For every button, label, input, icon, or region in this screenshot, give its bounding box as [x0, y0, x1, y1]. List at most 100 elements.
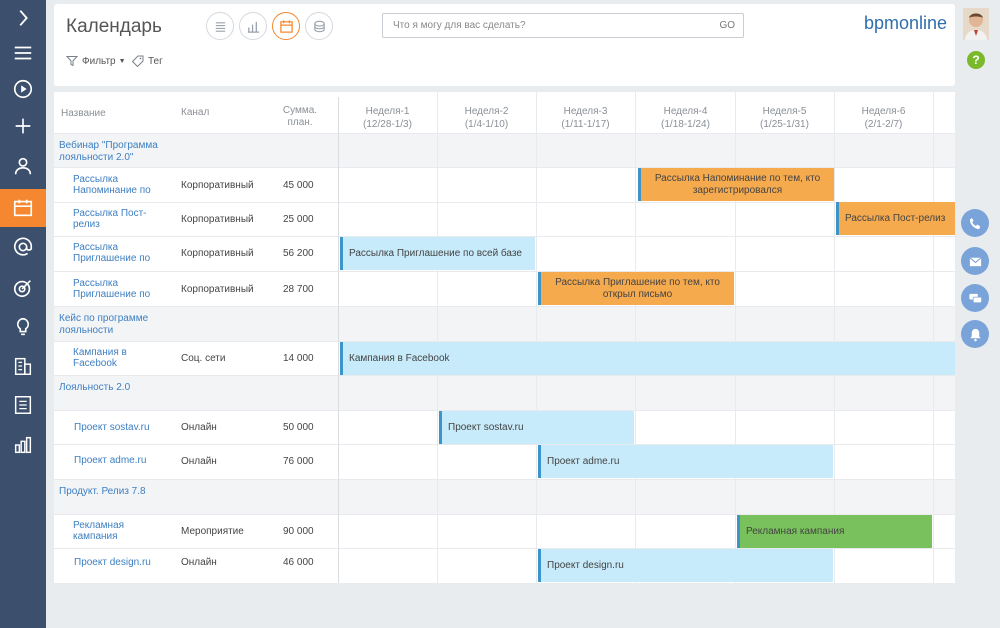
campaign-name-link[interactable]: Рассылка Напоминание по: [73, 174, 155, 196]
help-icon[interactable]: ?: [967, 51, 985, 69]
campaign-name-link[interactable]: Кампания в Facebook: [73, 347, 143, 369]
phone-icon: [969, 217, 980, 229]
campaign-bar[interactable]: Рассылка Напоминание по тем, кто зарегис…: [638, 168, 834, 201]
command-search: GO: [382, 13, 744, 38]
calendar-view-button[interactable]: [272, 12, 300, 40]
chat-button[interactable]: [961, 284, 989, 312]
campaign-bar[interactable]: Рассылка Приглашение по тем, кто открыл …: [538, 272, 734, 305]
search-input[interactable]: [383, 14, 703, 37]
avatar[interactable]: [963, 8, 989, 40]
sum-cell: 56 200: [283, 248, 314, 259]
grid-divider: [635, 92, 636, 583]
phone-button[interactable]: [961, 209, 989, 237]
campaign-name-link[interactable]: Рекламная кампания: [73, 520, 143, 542]
campaign-bar[interactable]: Рекламная кампания: [737, 515, 932, 548]
group-title[interactable]: Лояльность 2.0: [59, 382, 130, 394]
sum-cell: 76 000: [283, 456, 314, 467]
channel-cell: Онлайн: [181, 422, 217, 433]
filter-icon: [66, 56, 78, 67]
group-title[interactable]: Кейс по программе лояльности: [59, 313, 169, 337]
campaign-name-link[interactable]: Рассылка Приглашение по: [73, 278, 155, 300]
tag-button[interactable]: Тег: [132, 55, 163, 67]
archive-view-icon: [313, 20, 325, 32]
week-header: Неделя-3 (1/11-1/17): [561, 106, 610, 130]
menu-icon[interactable]: [0, 35, 46, 71]
campaign-name-link[interactable]: Проект adme.ru: [74, 455, 184, 466]
list-view-button[interactable]: [206, 12, 234, 40]
page-title: Календарь: [66, 16, 162, 37]
calendar-icon[interactable]: [0, 189, 46, 227]
target-icon[interactable]: [0, 270, 46, 306]
campaign-name-link[interactable]: Рассылка Пост-релиз: [73, 208, 148, 230]
week-header: Неделя-6 (2/1-2/7): [861, 106, 906, 130]
page-header: Календарь GO bpmonline Фильтр ▼ Тег: [54, 4, 955, 86]
tag-label: Тег: [148, 55, 163, 67]
list-view-icon: [215, 21, 225, 32]
channel-cell: Онлайн: [181, 456, 217, 467]
grid-divider: [536, 92, 537, 583]
document-icon[interactable]: [0, 387, 46, 423]
sum-cell: 45 000: [283, 180, 314, 191]
campaign-bar[interactable]: Проект design.ru: [538, 549, 833, 582]
grid-divider: [933, 92, 934, 583]
bell-icon: [969, 328, 981, 341]
campaign-bar[interactable]: Проект adme.ru: [538, 445, 833, 478]
brand-logo: bpmonline: [864, 13, 948, 33]
group-row: Вебинар "Программа лояльности 2.0": [54, 133, 955, 167]
mail-button[interactable]: [961, 247, 989, 275]
channel-cell: Корпоративный: [181, 214, 254, 225]
chart-view-button[interactable]: [239, 12, 267, 40]
week-header: Неделя-4 (1/18-1/24): [661, 106, 710, 130]
building-icon[interactable]: [0, 348, 46, 384]
chart-view-icon: [247, 21, 259, 33]
campaign-bar[interactable]: Рассылка Пост-релиз: [836, 202, 955, 235]
grid-divider: [834, 92, 835, 583]
chat-icon: [968, 293, 982, 303]
campaign-bar[interactable]: Кампания в Facebook: [340, 342, 955, 375]
campaign-name-link[interactable]: Проект sostav.ru: [74, 422, 184, 433]
calendar-view-icon: [279, 19, 293, 33]
archive-view-button[interactable]: [305, 12, 333, 40]
notification-button[interactable]: [961, 320, 989, 348]
week-header: Неделя-1 (12/28-1/3): [363, 106, 412, 130]
week-header: Неделя-2 (1/4-1/10): [464, 106, 509, 130]
table-row[interactable]: Рассылка Пост-релиз Корпоративный 25 000: [54, 202, 955, 236]
table-row[interactable]: Рассылка Приглашение по Корпоративный 28…: [54, 271, 955, 306]
channel-cell: Корпоративный: [181, 180, 254, 191]
play-icon[interactable]: [0, 71, 46, 107]
group-title[interactable]: Продукт. Релиз 7.8: [59, 486, 146, 498]
left-sidebar: [0, 0, 46, 628]
sum-cell: 14 000: [283, 353, 314, 364]
go-button[interactable]: GO: [719, 20, 735, 31]
grid-divider: [735, 92, 736, 583]
campaign-name-link[interactable]: Рассылка Приглашение по: [73, 242, 155, 264]
filter-button[interactable]: Фильтр ▼: [66, 55, 126, 67]
campaign-name-link[interactable]: Проект design.ru: [74, 557, 184, 568]
channel-cell: Корпоративный: [181, 248, 254, 259]
campaign-calendar-grid: Название Канал Сумма. план. Неделя-1 (12/…: [54, 92, 955, 583]
bar-chart-icon[interactable]: [0, 427, 46, 463]
channel-cell: Мероприятие: [181, 526, 244, 537]
chevron-down-icon: ▼: [118, 57, 126, 65]
sum-cell: 28 700: [283, 284, 314, 295]
sum-cell: 90 000: [283, 526, 314, 537]
plus-icon[interactable]: [0, 108, 46, 144]
week-header: Неделя-5 (1/25-1/31): [760, 106, 809, 130]
tag-icon: [132, 55, 144, 67]
grid-divider: [437, 92, 438, 583]
group-row: Лояльность 2.0: [54, 375, 955, 410]
group-title[interactable]: Вебинар "Программа лояльности 2.0": [59, 140, 189, 164]
channel-cell: Онлайн: [181, 557, 217, 568]
user-icon[interactable]: [0, 148, 46, 184]
at-icon[interactable]: [0, 229, 46, 265]
chevron-right-icon[interactable]: [0, 0, 46, 36]
sum-cell: 25 000: [283, 214, 314, 225]
sum-cell: 46 000: [283, 557, 314, 568]
campaign-bar[interactable]: Рассылка Приглашение по всей базе: [340, 237, 535, 270]
campaign-bar[interactable]: Проект sostav.ru: [439, 411, 634, 444]
lightbulb-icon[interactable]: [0, 309, 46, 345]
mail-icon: [969, 256, 981, 266]
group-row: Продукт. Релиз 7.8: [54, 479, 955, 514]
channel-cell: Корпоративный: [181, 284, 254, 295]
sum-cell: 50 000: [283, 422, 314, 433]
